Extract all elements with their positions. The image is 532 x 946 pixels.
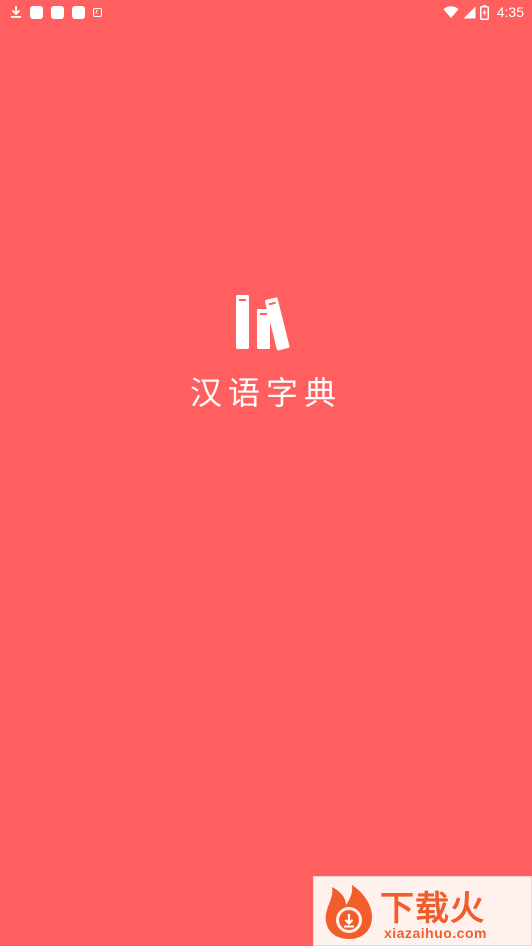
battery-charging-icon bbox=[479, 4, 489, 20]
watermark-url: xiazaihuo.com bbox=[384, 925, 487, 941]
download-icon bbox=[11, 6, 21, 18]
status-time: 4:35 bbox=[496, 4, 524, 20]
books-icon bbox=[236, 295, 290, 351]
flame-download-icon bbox=[325, 885, 372, 939]
notification-icon bbox=[51, 5, 64, 19]
watermark: 下载火 xiazaihuo.com bbox=[313, 876, 532, 946]
system-icons: 4:35 bbox=[443, 2, 524, 22]
notification-icons bbox=[10, 3, 102, 21]
status-bar: 4:35 bbox=[0, 0, 532, 24]
wifi-icon bbox=[443, 5, 459, 18]
app-title: 汉语字典 bbox=[189, 374, 342, 412]
app-notification-icon bbox=[93, 7, 102, 17]
notification-icon bbox=[30, 5, 43, 19]
watermark-brand: 下载火 bbox=[380, 889, 485, 929]
notification-icon bbox=[72, 5, 85, 19]
cellular-signal-icon bbox=[463, 6, 476, 18]
